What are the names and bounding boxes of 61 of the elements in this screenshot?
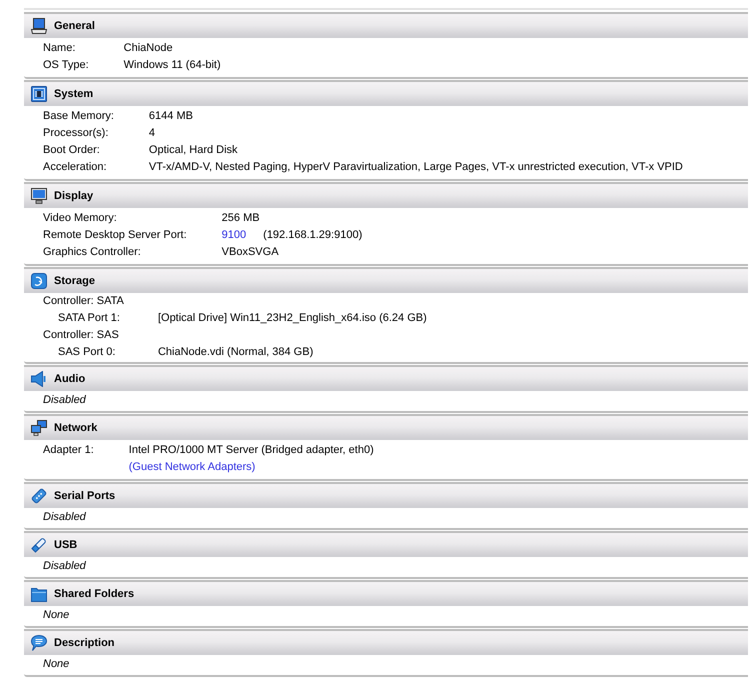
folder-icon <box>31 586 47 602</box>
field-value: ChiaNode <box>124 41 173 56</box>
status-text: None <box>43 608 70 623</box>
field-value: VT-x/AMD-V, Nested Paging, HyperV Paravirtualization, Large Pages, VT-x unrestricted execution, VT-x VPID <box>148 160 683 175</box>
section-header[interactable]: Shared Folders <box>24 580 748 606</box>
field-label: Boot Order: <box>43 143 101 158</box>
field-label: Remote Desktop Server Port: <box>43 228 187 243</box>
value-link[interactable]: 9100 <box>222 227 246 244</box>
field-value: Optical, Hard Disk <box>148 143 238 158</box>
field-label: Adapter 1: <box>43 443 94 458</box>
port-label: SATA Port 1: <box>57 311 120 326</box>
section-title: Storage <box>54 274 95 288</box>
field-label: Name: <box>43 41 76 56</box>
attachment-value: [Optical Drive] Win11_23H2_English_x64.iso (6.24 GB) <box>158 311 428 326</box>
network-icon <box>31 420 47 436</box>
controller-label: Controller: SATA <box>43 294 124 309</box>
field-value: VBoxSVGA <box>222 245 279 260</box>
chip-icon <box>31 86 47 102</box>
speech-bubble-icon <box>31 635 47 651</box>
section-title: System <box>54 87 94 101</box>
status-text: Disabled <box>43 510 86 525</box>
field-value: 4 <box>148 126 156 141</box>
field-label: Acceleration: <box>43 160 108 175</box>
section-header[interactable]: Display <box>24 182 748 208</box>
controller-label: Controller: SAS <box>43 328 119 343</box>
section-header[interactable]: Storage <box>24 267 748 293</box>
section-title: Shared Folders <box>54 587 134 601</box>
monitor-icon <box>31 188 47 204</box>
status-text: Disabled <box>43 559 86 574</box>
section-title: General <box>54 19 95 33</box>
field-label: Video Memory: <box>43 211 118 226</box>
field-value: 6144 MB <box>148 109 193 124</box>
status-text: None <box>43 657 70 672</box>
field-label: Base Memory: <box>43 109 114 124</box>
port-icon <box>31 488 47 504</box>
value-link[interactable]: (Guest Network Adapters) <box>128 459 256 476</box>
section-title: USB <box>54 538 78 552</box>
section-title: Audio <box>54 372 86 386</box>
attachment-value: ChiaNode.vdi (Normal, 384 GB) <box>158 345 314 360</box>
laptop-icon <box>31 18 47 34</box>
section-header[interactable]: Audio <box>24 365 748 391</box>
speaker-icon <box>31 371 47 387</box>
field-value: Intel PRO/1000 MT Server (Bridged adapter, eth0) <box>128 443 374 458</box>
section-title: Description <box>54 636 115 650</box>
section-header[interactable]: Description <box>24 629 748 655</box>
section-header[interactable]: USB <box>24 531 748 557</box>
field-detail: (192.168.1.29:9100) <box>263 228 362 243</box>
field-value: 256 MB <box>222 211 260 226</box>
section-title: Network <box>54 421 98 435</box>
field-label: OS Type: <box>43 58 89 73</box>
field-label: Processor(s): <box>43 126 110 141</box>
field-value: Windows 11 (64-bit) <box>124 58 221 73</box>
port-label: SAS Port 0: <box>57 345 116 360</box>
status-text: Disabled <box>43 393 86 408</box>
section-header[interactable]: Network <box>24 414 748 440</box>
section-header[interactable]: System <box>24 80 748 106</box>
section-title: Serial Ports <box>54 489 116 503</box>
field-label: Graphics Controller: <box>43 245 142 260</box>
section-title: Display <box>54 189 94 203</box>
section-header[interactable]: Serial Ports <box>24 482 748 508</box>
section-header[interactable]: General <box>24 12 748 38</box>
